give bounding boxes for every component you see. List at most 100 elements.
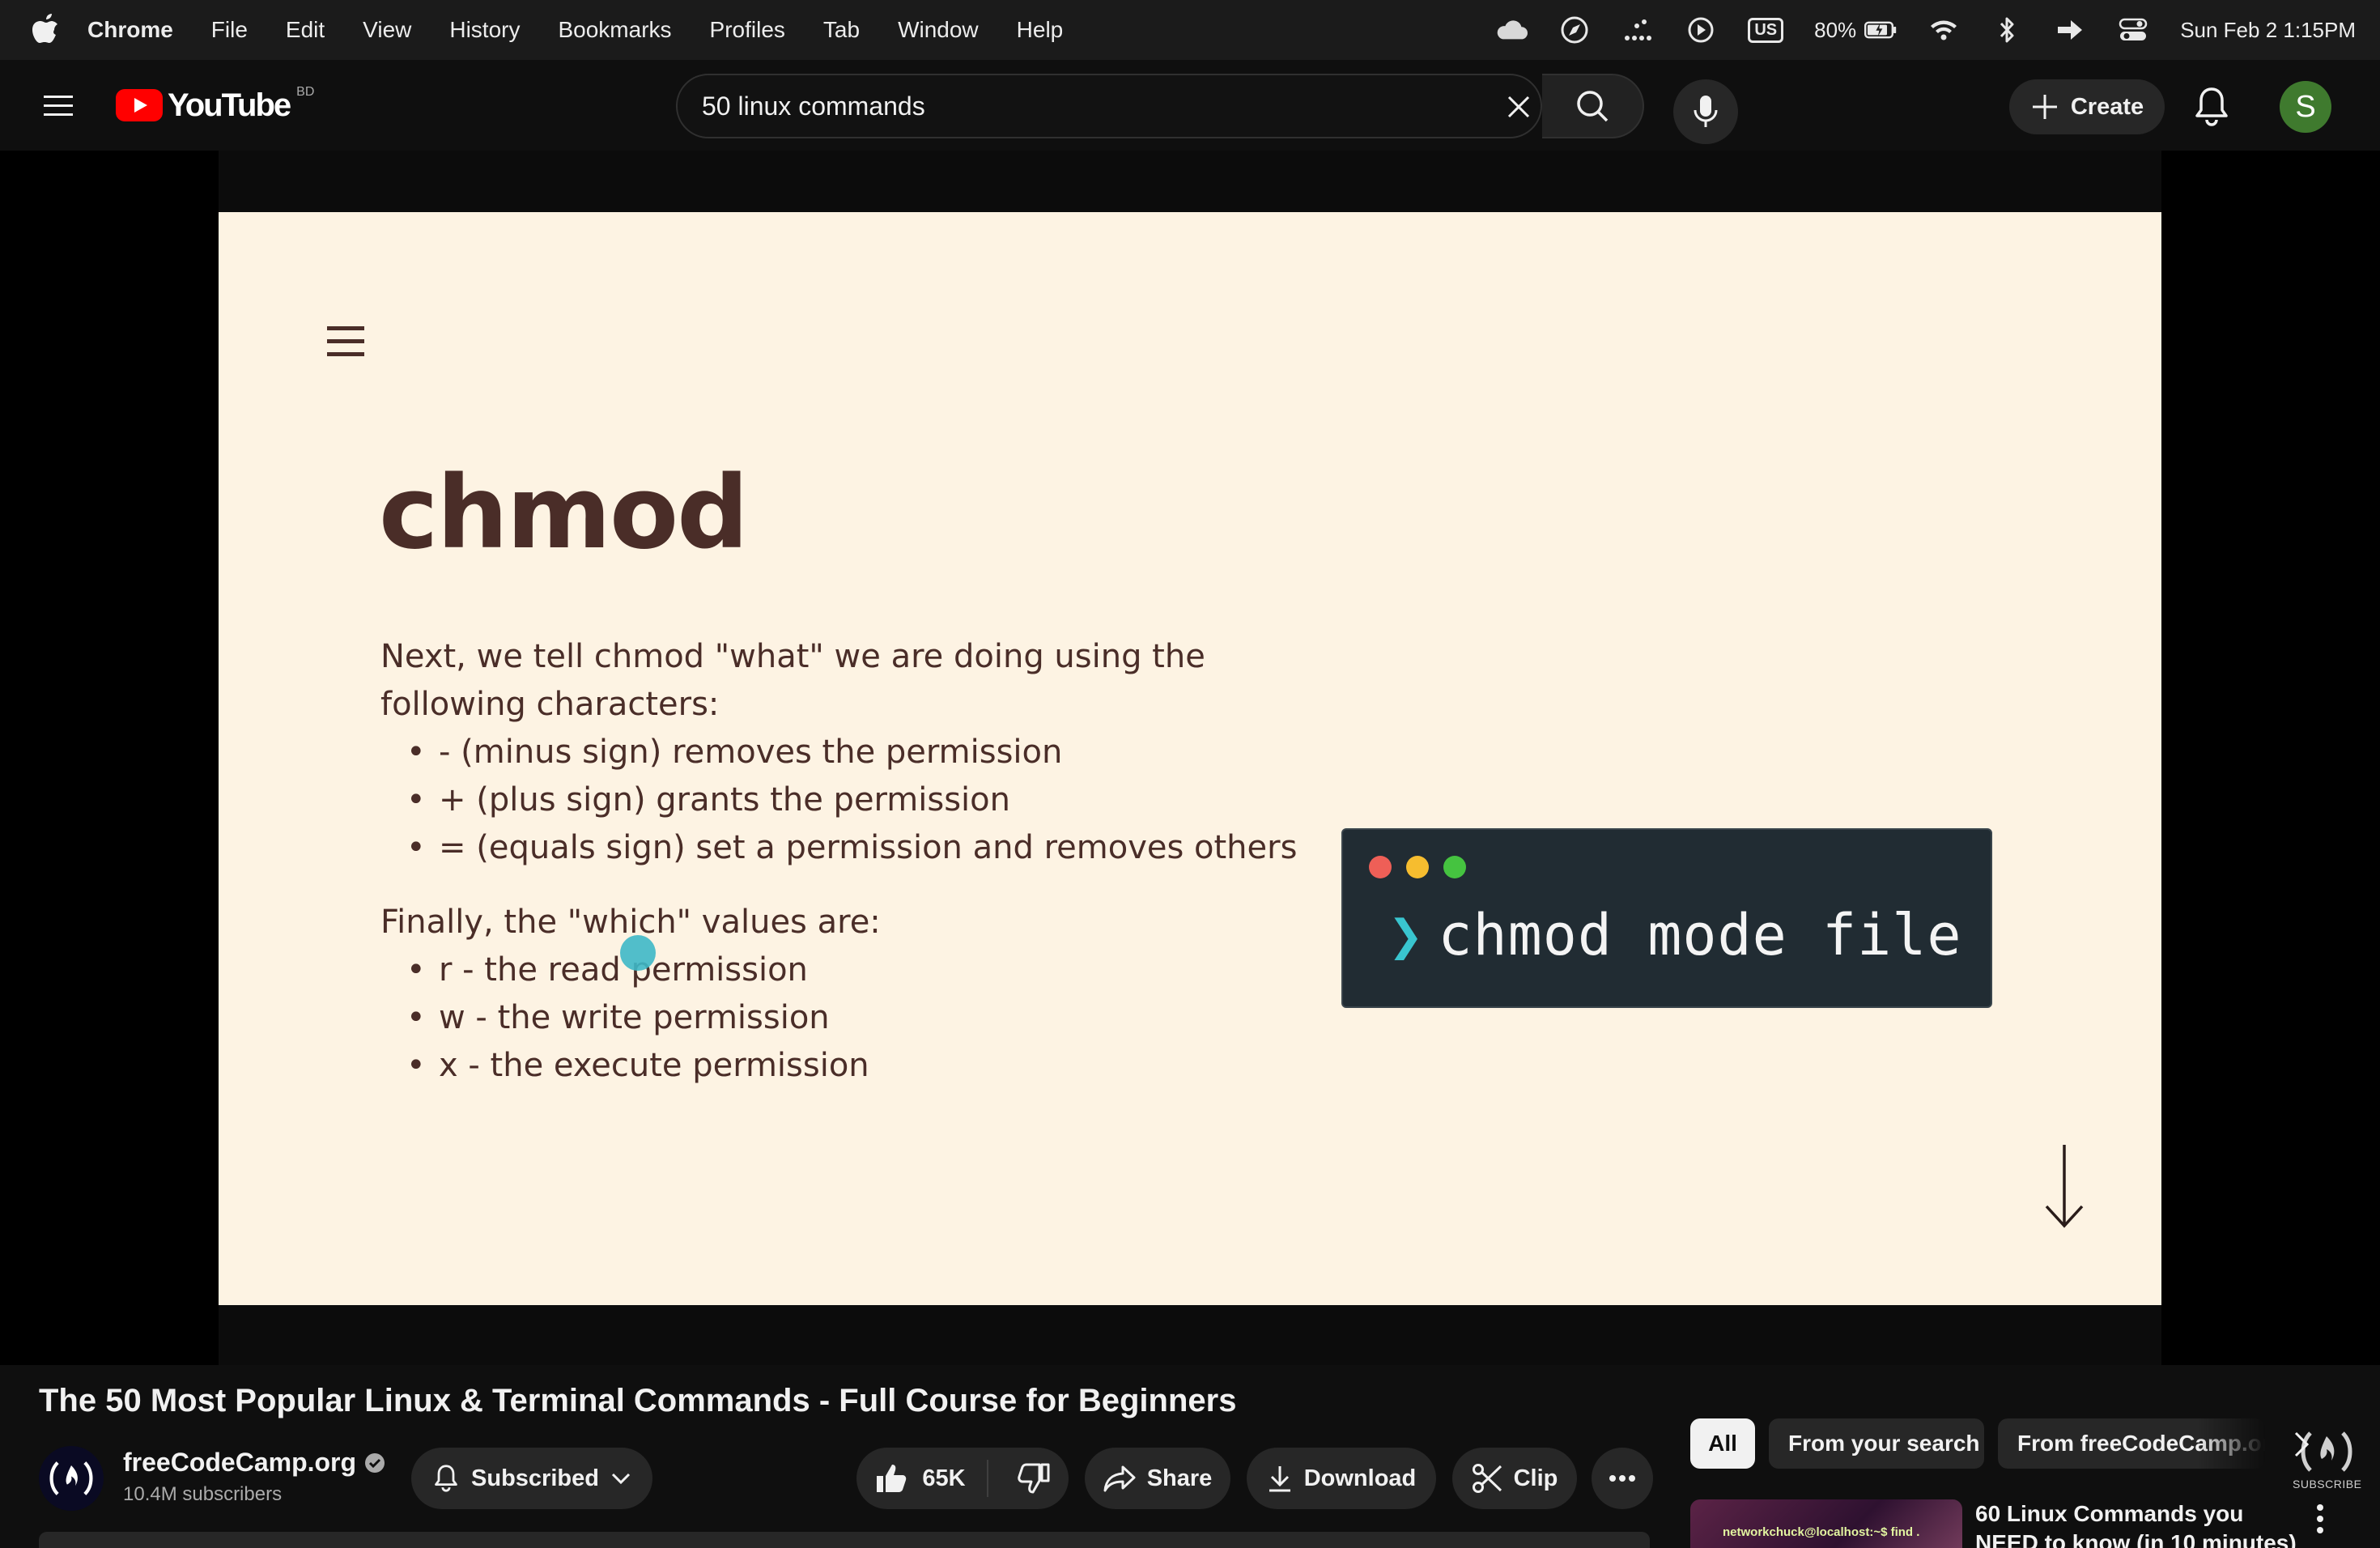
control-center-icon[interactable] <box>2117 14 2149 46</box>
like-count: 65K <box>922 1465 966 1491</box>
like-button[interactable]: 65K <box>875 1460 988 1497</box>
terminal-window: ❯ chmod mode file <box>1341 828 1992 1008</box>
intro-line-1: Next, we tell chmod "what" we are doing … <box>380 638 1205 675</box>
slide-menu-icon <box>327 326 364 356</box>
menu-edit[interactable]: Edit <box>286 17 325 43</box>
which-execute: x - the execute permission <box>380 1042 1595 1090</box>
menu-chrome[interactable]: Chrome <box>87 17 173 43</box>
operator-plus: + (plus sign) grants the permission <box>380 776 1595 824</box>
download-icon <box>1269 1466 1290 1492</box>
video-player[interactable]: chmod Next, we tell chmod "what" we are … <box>0 151 2380 1491</box>
share-icon <box>1103 1465 1136 1492</box>
keyboard-layout-indicator[interactable]: US <box>1748 17 1784 43</box>
play-circle-icon[interactable] <box>1685 14 1717 46</box>
create-button[interactable]: Create <box>2009 79 2165 134</box>
battery-percent: 80% <box>1814 17 1857 42</box>
subscribed-label: Subscribed <box>471 1465 599 1491</box>
recommendation-thumbnail[interactable]: networkchuck@localhost:~$ find . <box>1690 1499 1962 1548</box>
clear-search-icon[interactable] <box>1499 87 1538 126</box>
plus-icon <box>2032 95 2057 119</box>
slide-title: chmod <box>379 455 749 572</box>
macos-menu-bar: Chrome File Edit View History Bookmarks … <box>0 0 2380 60</box>
wifi-icon[interactable] <box>1927 14 1960 46</box>
guide-menu-icon[interactable] <box>42 89 74 121</box>
search-box <box>676 74 1542 138</box>
country-code: BD <box>296 85 315 99</box>
bell-icon <box>435 1465 457 1492</box>
arrow-right-icon[interactable] <box>2054 14 2086 46</box>
search-icon <box>1577 91 1609 122</box>
operator-minus: - (minus sign) removes the permission <box>380 729 1595 776</box>
minimize-dot <box>1406 856 1429 878</box>
freecodecamp-logo-icon <box>49 1461 93 1495</box>
close-dot <box>1369 856 1392 878</box>
terminal-command: chmod mode file <box>1438 902 1962 968</box>
menu-history[interactable]: History <box>449 17 520 43</box>
microphone-icon <box>1694 96 1718 127</box>
compass-icon[interactable] <box>1558 14 1591 46</box>
description-box[interactable] <box>39 1532 1650 1548</box>
chip-from-your-search[interactable]: From your search <box>1769 1418 1984 1469</box>
youtube-logo[interactable]: YouTube BD <box>116 84 314 126</box>
mouse-cursor-highlight <box>620 935 656 971</box>
status-area: US 80% Sun Feb 2 1:15PM <box>1495 0 2356 60</box>
like-dislike-group: 65K <box>856 1448 1069 1509</box>
dislike-button[interactable] <box>1000 1463 1050 1494</box>
menu-file[interactable]: File <box>211 17 248 43</box>
more-horizontal-icon <box>1609 1475 1635 1482</box>
notifications-bell-icon[interactable] <box>2192 86 2231 128</box>
dots-icon[interactable] <box>1621 14 1654 46</box>
video-frame-slide: chmod Next, we tell chmod "what" we are … <box>219 212 2161 1305</box>
cloud-icon[interactable] <box>1495 14 1528 46</box>
subscriber-count: 10.4M subscribers <box>123 1483 283 1505</box>
battery-icon[interactable] <box>1864 14 1897 46</box>
subscribed-button[interactable]: Subscribed <box>411 1448 652 1509</box>
more-actions-button[interactable] <box>1592 1448 1653 1509</box>
account-avatar[interactable]: S <box>2280 81 2331 133</box>
clock[interactable]: Sun Feb 2 1:15PM <box>2180 18 2356 43</box>
menu-bookmarks[interactable]: Bookmarks <box>558 17 671 43</box>
channel-name[interactable]: freeCodeCamp.org <box>123 1448 385 1478</box>
verified-badge-icon <box>365 1452 385 1473</box>
apple-icon[interactable] <box>31 13 60 45</box>
recommendation-title[interactable]: 60 Linux Commands you NEED to know (in 1… <box>1975 1499 2299 1548</box>
chevron-right-icon[interactable] <box>2281 1425 2320 1464</box>
down-arrow-icon <box>2045 1145 2084 1228</box>
menu-help[interactable]: Help <box>1017 17 1064 43</box>
share-label: Share <box>1146 1465 1213 1491</box>
window-controls <box>1369 856 1466 878</box>
clip-button[interactable]: Clip <box>1452 1448 1577 1509</box>
thumbs-up-icon <box>877 1465 907 1492</box>
video-title: The 50 Most Popular Linux & Terminal Com… <box>39 1383 1237 1418</box>
thumbs-down-icon <box>1017 1463 1050 1494</box>
menu-profiles[interactable]: Profiles <box>710 17 785 43</box>
bluetooth-icon[interactable] <box>1991 14 2023 46</box>
download-label: Download <box>1303 1465 1417 1491</box>
share-button[interactable]: Share <box>1085 1448 1230 1509</box>
search-button[interactable] <box>1542 74 1644 138</box>
more-vertical-icon[interactable] <box>2306 1503 2335 1535</box>
chip-all[interactable]: All <box>1690 1418 1755 1469</box>
menu-tab[interactable]: Tab <box>823 17 860 43</box>
menu-view[interactable]: View <box>363 17 411 43</box>
create-label: Create <box>2070 93 2144 120</box>
menu-window[interactable]: Window <box>898 17 979 43</box>
intro-line-2: following characters: <box>380 686 720 723</box>
watermark-subscribe-label: SUBSCRIBE <box>2293 1478 2362 1491</box>
youtube-logo-text: YouTube <box>168 87 291 123</box>
search-input[interactable] <box>702 75 1333 137</box>
maximize-dot <box>1443 856 1466 878</box>
clip-label: Clip <box>1513 1465 1558 1491</box>
menu-items: Chrome File Edit View History Bookmarks … <box>87 0 1101 60</box>
download-button[interactable]: Download <box>1247 1448 1436 1509</box>
channel-avatar[interactable] <box>39 1446 104 1511</box>
channel-name-text[interactable]: freeCodeCamp.org <box>123 1448 356 1478</box>
voice-search-button[interactable] <box>1673 79 1738 144</box>
youtube-header: YouTube BD Create S <box>0 60 2380 151</box>
chevron-down-icon <box>611 1473 631 1485</box>
youtube-play-icon <box>116 89 163 121</box>
terminal-line: ❯ chmod mode file <box>1388 901 1962 969</box>
chip-from-channel[interactable]: From freeCodeCamp.org <box>1998 1418 2265 1469</box>
thumbnail-text: networkchuck@localhost:~$ find . <box>1723 1525 1920 1539</box>
scissors-icon <box>1472 1464 1502 1493</box>
